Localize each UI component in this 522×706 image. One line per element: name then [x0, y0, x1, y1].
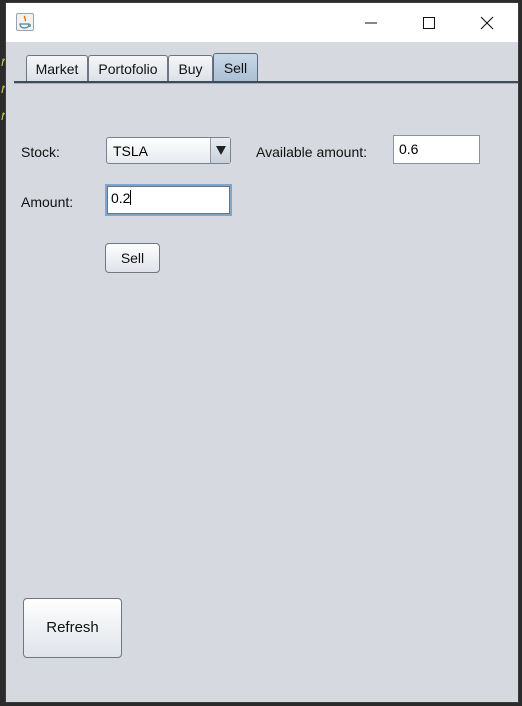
- maximize-icon: [423, 17, 435, 29]
- dropdown-arrow-icon: [216, 146, 226, 155]
- available-amount-value: 0.6: [399, 141, 419, 157]
- stock-label: Stock:: [21, 144, 60, 160]
- stock-select[interactable]: TSLA: [106, 137, 231, 164]
- amount-input[interactable]: 0.2: [105, 184, 232, 216]
- maximize-button[interactable]: [406, 3, 452, 42]
- available-amount-label: Available amount:: [256, 144, 368, 160]
- close-icon: [480, 16, 494, 30]
- tab-sell[interactable]: Sell: [213, 53, 258, 82]
- tab-market[interactable]: Market: [26, 55, 88, 81]
- dropdown-arrow-button[interactable]: [210, 138, 230, 163]
- minimize-button[interactable]: [348, 3, 394, 42]
- stock-select-value: TSLA: [113, 143, 149, 159]
- available-amount-field: 0.6: [393, 135, 480, 164]
- amount-label: Amount:: [21, 194, 74, 210]
- title-bar: [6, 3, 518, 42]
- close-button[interactable]: [464, 3, 510, 42]
- refresh-button[interactable]: Refresh: [23, 598, 122, 658]
- java-app-icon: [16, 13, 34, 31]
- tab-portofolio[interactable]: Portofolio: [88, 55, 168, 81]
- tab-buy[interactable]: Buy: [168, 55, 213, 81]
- minimize-icon: [365, 22, 377, 24]
- tab-content-border-highlight: [14, 83, 518, 84]
- amount-input-value: 0.2: [111, 190, 131, 206]
- app-window: Market Portofolio Buy Sell Stock: TSLA A…: [6, 3, 518, 702]
- sell-button[interactable]: Sell: [105, 243, 160, 273]
- text-caret: [130, 190, 132, 205]
